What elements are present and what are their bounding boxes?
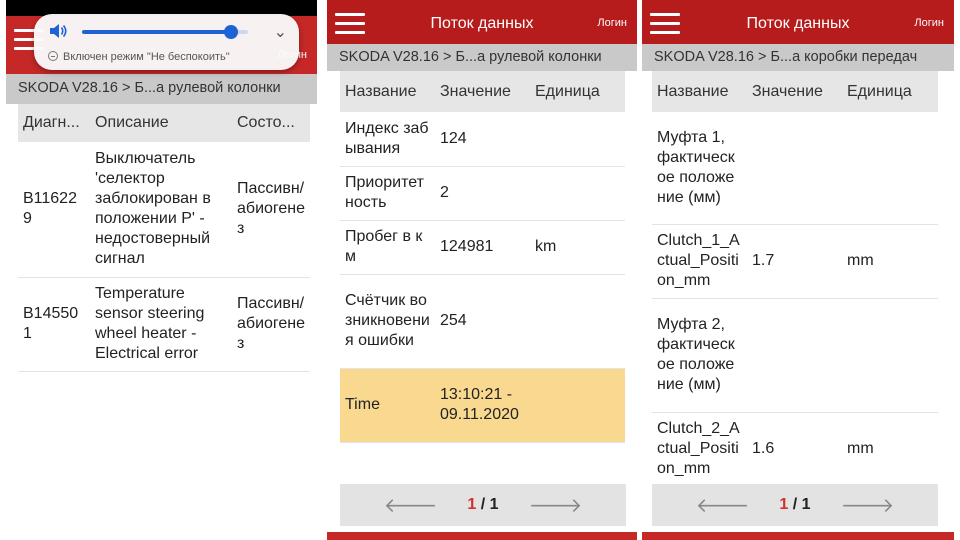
- param-value: 13:10:21 - 09.11.2020: [435, 368, 530, 443]
- fault-status: Пассивн/абиогенез: [232, 277, 310, 372]
- col-header-unit[interactable]: Единица: [530, 71, 625, 112]
- param-value: 254: [435, 274, 530, 369]
- dnd-label: Включен режим "Не беспокоить": [63, 51, 230, 63]
- col-header-description[interactable]: Описание: [90, 104, 232, 142]
- next-page-icon[interactable]: 🡒: [529, 493, 583, 518]
- param-name: Clutch_1_Actual_Position_mm: [652, 224, 747, 299]
- table-row-highlighted[interactable]: Time 13:10:21 - 09.11.2020: [340, 368, 625, 443]
- param-value: [747, 112, 842, 225]
- table-row[interactable]: Пробег в км 124981 km: [340, 220, 625, 275]
- table-row[interactable]: Приоритетность 2: [340, 166, 625, 221]
- volume-popup[interactable]: ⌄ Включен режим "Не беспокоить": [34, 14, 299, 70]
- page-title: Поток данных: [430, 15, 534, 32]
- fault-description: Temperature sensor steering wheel heater…: [90, 277, 232, 372]
- table-header: Название Значение Единица: [652, 71, 938, 112]
- col-header-value[interactable]: Значение: [435, 71, 530, 112]
- fault-status: Пассивн/абиогенез: [232, 142, 310, 278]
- param-name: Приоритетность: [340, 166, 435, 221]
- param-unit: km: [530, 220, 625, 275]
- breadcrumb: SKODA V28.16 > Б...а рулевой колонки: [327, 44, 637, 71]
- fault-codes-table: Диагн... Описание Состо... B116229 Выклю…: [18, 104, 310, 372]
- table-row[interactable]: B116229 Выключатель 'селектор заблокиров…: [18, 142, 310, 278]
- table-row[interactable]: Clutch_2_Actual_Position_mm 1.6 mm: [652, 412, 938, 487]
- param-name: Time: [340, 368, 435, 443]
- app-bar: Поток данных Логин: [642, 0, 954, 44]
- screen-fault-codes: Логин SKODA V28.16 > Б...а рулевой колон…: [6, 0, 317, 540]
- table-row[interactable]: Индекс забывания 124: [340, 112, 625, 167]
- param-unit: mm: [842, 412, 938, 487]
- screen-data-stream-2: Поток данных Логин SKODA V28.16 > Б...а …: [642, 0, 954, 540]
- breadcrumb: SKODA V28.16 > Б...а коробки передач: [642, 44, 954, 71]
- col-header-code[interactable]: Диагн...: [18, 104, 90, 142]
- param-value: 1.6: [747, 412, 842, 487]
- col-header-name[interactable]: Название: [340, 71, 435, 112]
- current-page: 1: [467, 496, 477, 513]
- app-bar: Поток данных Логин: [327, 0, 637, 44]
- page-indicator: 1 / 1: [467, 496, 498, 514]
- param-name: Индекс забывания: [340, 112, 435, 167]
- next-page-icon[interactable]: 🡒: [841, 493, 895, 518]
- fault-code: B116229: [18, 142, 90, 278]
- param-value: 2: [435, 166, 530, 221]
- bottom-toolbar: [327, 532, 637, 540]
- table-row[interactable]: Муфта 2, фактическое положение (мм): [652, 298, 938, 413]
- volume-slider-fill: [82, 30, 232, 34]
- dnd-status: Включен режим "Не беспокоить": [48, 51, 230, 63]
- pagination: 🡐 1 / 1 🡒: [340, 484, 626, 526]
- data-stream-table: Название Значение Единица Муфта 1, факти…: [652, 71, 938, 487]
- param-unit: [842, 298, 938, 413]
- page-title: Поток данных: [746, 15, 850, 32]
- page-indicator: 1 / 1: [779, 496, 810, 514]
- volume-slider-thumb[interactable]: [224, 25, 239, 39]
- bottom-toolbar: [642, 532, 954, 540]
- param-unit: [530, 274, 625, 369]
- login-link[interactable]: Логин: [597, 17, 627, 29]
- fault-code: B145501: [18, 277, 90, 372]
- param-name: Счётчик возникновения ошибки: [340, 274, 435, 369]
- col-header-value[interactable]: Значение: [747, 71, 842, 112]
- param-value: [747, 298, 842, 413]
- chevron-down-icon[interactable]: ⌄: [274, 22, 287, 42]
- table-header: Диагн... Описание Состо...: [18, 104, 310, 142]
- breadcrumb: SKODA V28.16 > Б...а рулевой колонки: [6, 74, 317, 104]
- current-page: 1: [779, 496, 789, 513]
- prev-page-icon[interactable]: 🡐: [384, 493, 438, 518]
- param-name: Муфта 2, фактическое положение (мм): [652, 298, 747, 413]
- table-header: Название Значение Единица: [340, 71, 625, 112]
- param-unit: [530, 112, 625, 167]
- param-value: 124: [435, 112, 530, 167]
- param-value: 124981: [435, 220, 530, 275]
- param-unit: mm: [842, 224, 938, 299]
- speaker-icon[interactable]: [48, 22, 68, 40]
- table-row[interactable]: Счётчик возникновения ошибки 254: [340, 274, 625, 369]
- col-header-status[interactable]: Состо...: [232, 104, 310, 142]
- fault-description: Выключатель 'селектор заблокирован в пол…: [90, 142, 232, 278]
- volume-slider[interactable]: [82, 25, 248, 39]
- login-link[interactable]: Логин: [914, 17, 944, 29]
- param-name: Clutch_2_Actual_Position_mm: [652, 412, 747, 487]
- param-unit: [530, 368, 625, 443]
- pagination: 🡐 1 / 1 🡒: [652, 484, 938, 526]
- param-value: 1.7: [747, 224, 842, 299]
- table-row[interactable]: Муфта 1, фактическое положение (мм): [652, 112, 938, 225]
- data-stream-table: Название Значение Единица Индекс забыван…: [340, 71, 625, 443]
- total-pages: / 1: [480, 496, 499, 513]
- param-unit: [530, 166, 625, 221]
- col-header-name[interactable]: Название: [652, 71, 747, 112]
- screen-data-stream-1: Поток данных Логин SKODA V28.16 > Б...а …: [327, 0, 637, 540]
- table-row[interactable]: B145501 Temperature sensor steering whee…: [18, 277, 310, 372]
- param-name: Пробег в км: [340, 220, 435, 275]
- dnd-icon: [48, 51, 58, 61]
- prev-page-icon[interactable]: 🡐: [696, 493, 750, 518]
- col-header-unit[interactable]: Единица: [842, 71, 938, 112]
- param-name: Муфта 1, фактическое положение (мм): [652, 112, 747, 225]
- param-unit: [842, 112, 938, 225]
- table-row[interactable]: Clutch_1_Actual_Position_mm 1.7 mm: [652, 224, 938, 299]
- total-pages: / 1: [792, 496, 811, 513]
